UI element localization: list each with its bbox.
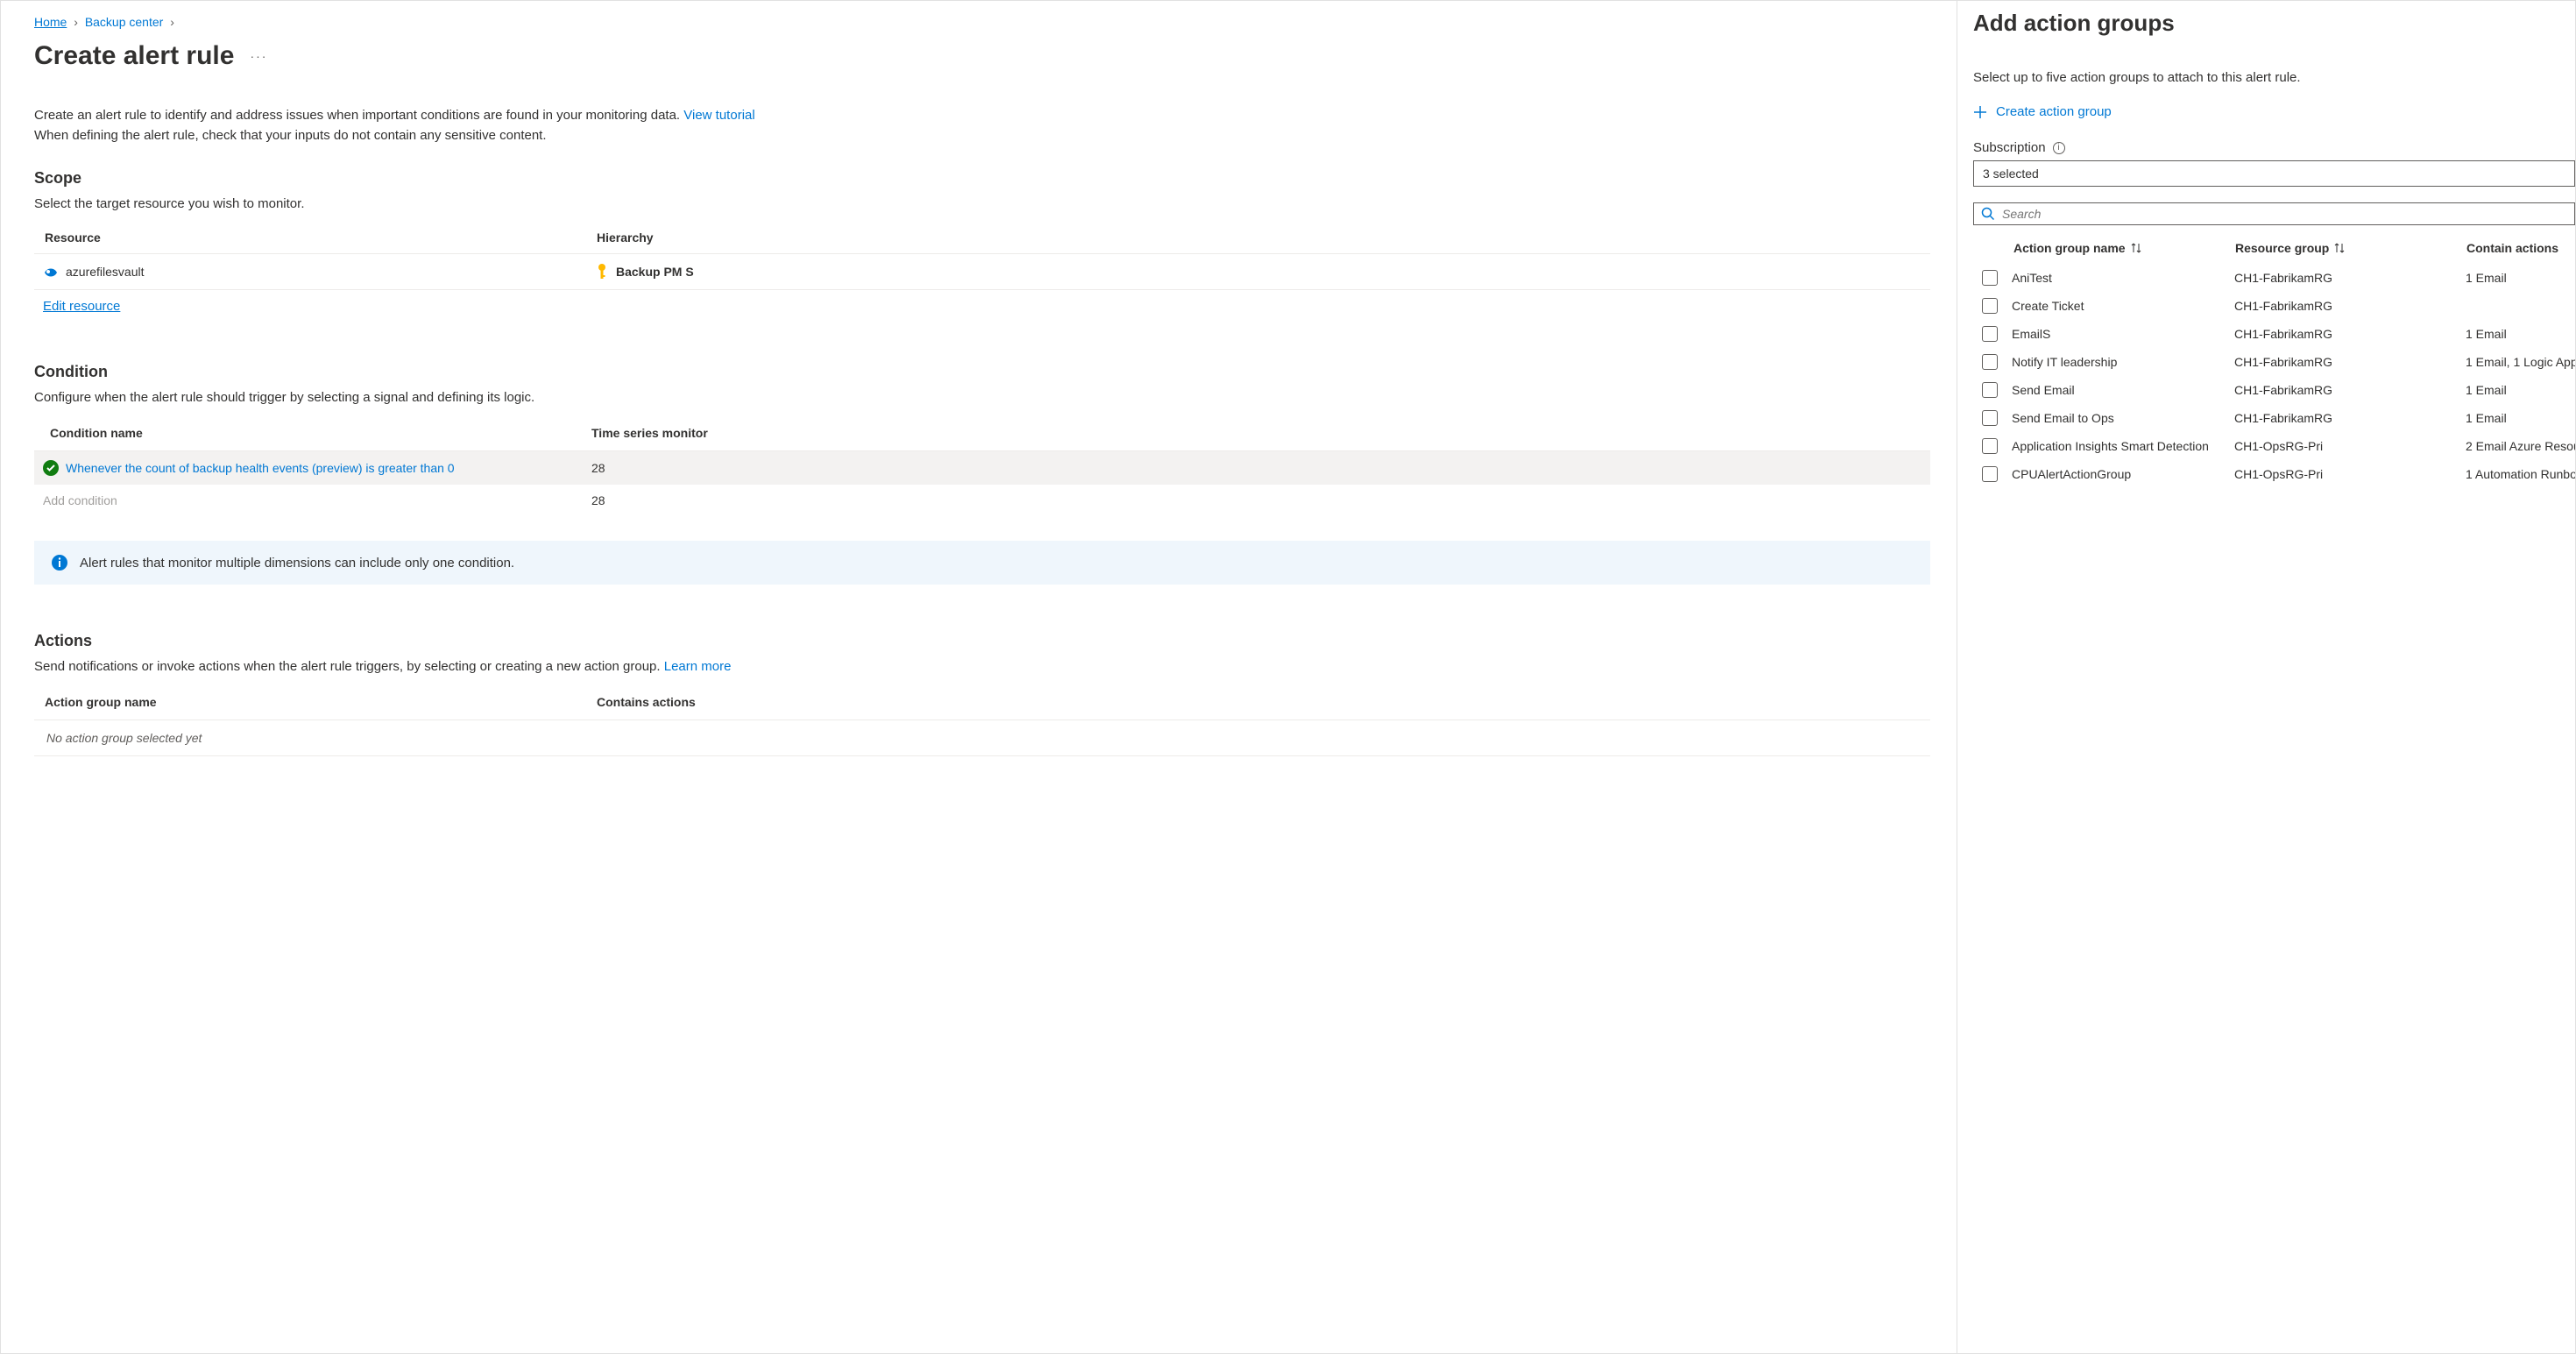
ag-actions: 1 Email, 1 Logic App (2466, 355, 2576, 369)
scope-resource-row[interactable]: azurefilesvault Backup PM S (34, 254, 1930, 290)
scope-heading: Scope (34, 169, 1930, 188)
more-menu[interactable]: ··· (250, 49, 267, 63)
actions-empty-row: No action group selected yet (34, 720, 1930, 756)
ag-name: Send Email to Ops (2012, 411, 2234, 425)
condition-heading: Condition (34, 363, 1930, 381)
panel-title: Add action groups (1973, 10, 2575, 37)
actions-subtitle: Send notifications or invoke actions whe… (34, 659, 1930, 674)
edit-resource-link[interactable]: Edit resource (34, 290, 120, 314)
condition-ts-value: 28 (591, 461, 605, 475)
ag-rg: CH1-OpsRG-Pri (2234, 467, 2466, 481)
scope-subtitle: Select the target resource you wish to m… (34, 196, 1930, 211)
checkbox[interactable] (1982, 438, 1998, 454)
ag-rg: CH1-FabrikamRG (2234, 383, 2466, 397)
checkbox[interactable] (1982, 298, 1998, 314)
ag-rg: CH1-FabrikamRG (2234, 271, 2466, 285)
action-group-row[interactable]: Create TicketCH1-FabrikamRG (1973, 292, 2575, 320)
scope-hierarchy: Backup PM S (616, 265, 694, 279)
panel-desc: Select up to five action groups to attac… (1973, 70, 2575, 85)
search-icon (1981, 207, 1995, 221)
action-group-row[interactable]: Send EmailCH1-FabrikamRG1 Email (1973, 376, 2575, 404)
action-group-row[interactable]: AniTestCH1-FabrikamRG1 Email (1973, 264, 2575, 292)
learn-more-link[interactable]: Learn more (664, 659, 732, 674)
add-condition-row[interactable]: Add condition 28 (34, 485, 1930, 516)
actions-col-contains: Contains actions (597, 695, 696, 709)
action-group-row[interactable]: CPUAlertActionGroupCH1-OpsRG-Pri1 Automa… (1973, 460, 2575, 488)
ag-name: CPUAlertActionGroup (2012, 467, 2234, 481)
scope-col-hierarchy: Hierarchy (597, 230, 654, 245)
info-glyph-icon[interactable]: i (2053, 142, 2065, 154)
breadcrumb: Home › Backup center › (34, 15, 1930, 29)
scope-col-resource: Resource (45, 230, 597, 245)
ag-rg: CH1-FabrikamRG (2234, 355, 2466, 369)
create-action-group-link[interactable]: Create action group (1973, 104, 2575, 119)
info-icon (52, 555, 67, 571)
intro-text: Create an alert rule to identify and add… (34, 108, 1930, 123)
condition-link[interactable]: Whenever the count of backup health even… (66, 461, 455, 475)
ag-col-name[interactable]: Action group name (2013, 241, 2235, 255)
ag-name: Send Email (2012, 383, 2234, 397)
vault-icon (43, 264, 59, 280)
info-bar: Alert rules that monitor multiple dimens… (34, 541, 1930, 585)
actions-col-name: Action group name (45, 695, 597, 709)
intro-text-2: When defining the alert rule, check that… (34, 128, 1930, 143)
ag-name: Notify IT leadership (2012, 355, 2234, 369)
chevron-right-icon: › (170, 15, 174, 29)
checkbox[interactable] (1982, 326, 1998, 342)
checkbox[interactable] (1982, 410, 1998, 426)
sort-icon (2131, 243, 2141, 253)
condition-subtitle: Configure when the alert rule should tri… (34, 390, 1930, 405)
add-condition-label: Add condition (43, 493, 117, 507)
action-group-row[interactable]: EmailSCH1-FabrikamRG1 Email (1973, 320, 2575, 348)
condition-row[interactable]: Whenever the count of backup health even… (34, 451, 1930, 485)
ag-actions: 2 Email Azure Resource M (2466, 439, 2576, 453)
breadcrumb-backup-center[interactable]: Backup center (85, 15, 164, 29)
ag-col-actions: Contain actions (2466, 241, 2558, 255)
action-group-row[interactable]: Notify IT leadershipCH1-FabrikamRG1 Emai… (1973, 348, 2575, 376)
action-group-row[interactable]: Application Insights Smart DetectionCH1-… (1973, 432, 2575, 460)
checkbox[interactable] (1982, 382, 1998, 398)
ag-actions: 1 Automation Runbook (2466, 467, 2576, 481)
condition-col-name: Condition name (50, 426, 591, 440)
ag-rg: CH1-OpsRG-Pri (2234, 439, 2466, 453)
scope-resource-name: azurefilesvault (66, 265, 145, 279)
add-condition-ts: 28 (591, 493, 605, 507)
search-wrap[interactable] (1973, 202, 2575, 225)
checkbox[interactable] (1982, 354, 1998, 370)
view-tutorial-link[interactable]: View tutorial (683, 108, 754, 123)
ag-actions: 1 Email (2466, 383, 2507, 397)
subscription-label: Subscription i (1973, 140, 2575, 155)
action-group-row[interactable]: Send Email to OpsCH1-FabrikamRG1 Email (1973, 404, 2575, 432)
ag-actions: 1 Email (2466, 411, 2507, 425)
ag-rg: CH1-FabrikamRG (2234, 327, 2466, 341)
sort-icon (2334, 243, 2345, 253)
ag-actions: 1 Email (2466, 327, 2507, 341)
actions-heading: Actions (34, 632, 1930, 650)
add-action-groups-panel: Add action groups Select up to five acti… (1957, 1, 2575, 1353)
check-circle-icon (43, 460, 59, 476)
plus-icon (1973, 105, 1987, 119)
search-input[interactable] (2002, 207, 2567, 221)
chevron-right-icon: › (74, 15, 78, 29)
subscription-select[interactable]: 3 selected (1973, 160, 2575, 187)
ag-rg: CH1-FabrikamRG (2234, 411, 2466, 425)
checkbox[interactable] (1982, 270, 1998, 286)
ag-actions: 1 Email (2466, 271, 2507, 285)
condition-col-ts: Time series monitor (591, 426, 708, 440)
page-title: Create alert rule (34, 41, 234, 71)
ag-name: Application Insights Smart Detection (2012, 439, 2234, 453)
ag-rg: CH1-FabrikamRG (2234, 299, 2466, 313)
info-text: Alert rules that monitor multiple dimens… (80, 556, 514, 571)
ag-name: AniTest (2012, 271, 2234, 285)
ag-name: Create Ticket (2012, 299, 2234, 313)
breadcrumb-home[interactable]: Home (34, 15, 67, 29)
key-icon (595, 263, 609, 280)
ag-col-rg[interactable]: Resource group (2235, 241, 2466, 255)
checkbox[interactable] (1982, 466, 1998, 482)
ag-name: EmailS (2012, 327, 2234, 341)
